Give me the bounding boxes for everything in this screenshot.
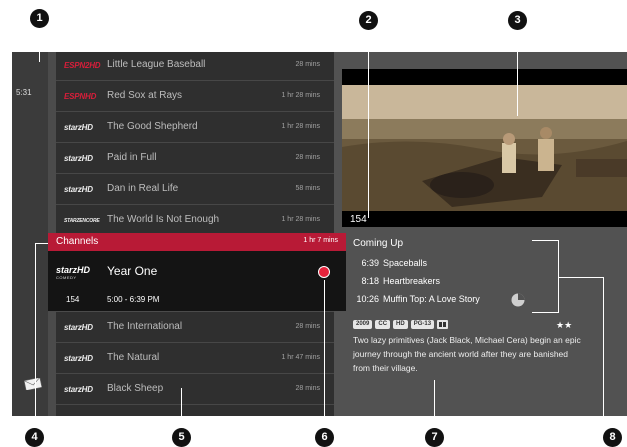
video-channel-number: 154 (350, 214, 367, 225)
mail-icon[interactable] (24, 378, 42, 390)
callout-5: 5 (172, 428, 191, 447)
left-strip: 5:31 (12, 52, 48, 416)
program-duration: 1 hr 28 mins (281, 216, 320, 223)
channel-logo: ESPNHD (64, 92, 97, 101)
channel-logo: starzHD (56, 265, 91, 275)
callout-7: 7 (425, 428, 444, 447)
program-title: Dan in Real Life (107, 183, 179, 194)
program-title: Red Sox at Rays (107, 90, 183, 101)
callout-line-7 (434, 380, 435, 428)
program-title: The World Is Not Enough (107, 214, 220, 225)
hd-badge: HD (393, 320, 408, 329)
guide-row[interactable]: starzHD Dan in Real Life 58 mins (56, 174, 334, 205)
video-frame-image (342, 69, 627, 227)
channel-logo: starzHD (64, 385, 93, 394)
program-title: The Good Shepherd (107, 121, 198, 132)
callout-line-3 (517, 30, 518, 116)
guide-row[interactable]: starzHD The Good Shepherd 1 hr 28 mins (56, 112, 334, 143)
year-badge: 2009 (353, 320, 373, 329)
channels-label: Channels (56, 236, 99, 247)
channel-logo: starzHD (64, 154, 93, 163)
program-duration: 1 hr 28 mins (281, 92, 320, 99)
clock: 5:31 (16, 88, 32, 97)
guide-row[interactable]: ESPN2HD Little League Baseball 28 mins (56, 52, 334, 81)
channel-logo: starzHD (64, 323, 93, 332)
callout-line-8 (603, 277, 604, 428)
coming-up-heading: Coming Up (353, 238, 404, 249)
coming-up-title: Spaceballs (383, 258, 428, 268)
guide-row[interactable]: STARZENCORE The World Is Not Enough 1 hr… (56, 205, 334, 236)
tv-guide-screen: 5:31 ESPN2HD Little League Baseball 28 m… (12, 52, 627, 416)
channels-header[interactable]: Channels 1 hr 7 mins (48, 233, 346, 251)
guide-row[interactable]: ESPNHD Red Sox at Rays 1 hr 28 mins (56, 81, 334, 112)
guide-row[interactable]: starzHD Paid in Full 28 mins (56, 143, 334, 174)
program-title: Year One (107, 264, 158, 278)
guide-row[interactable]: starzHD The Natural 1 hr 47 mins (56, 343, 334, 374)
program-duration: 28 mins (295, 61, 320, 68)
surround-sound-icon (437, 320, 449, 329)
callout-line-4a (35, 243, 48, 244)
channel-logo: STARZENCORE (64, 218, 100, 224)
program-title: Little League Baseball (107, 59, 206, 70)
coming-up-title: Heartbreakers (383, 276, 441, 286)
channel-logo: starzHD (64, 185, 93, 194)
coming-up-time: 10:26 (356, 294, 379, 304)
selected-program[interactable]: starzHD COMEDY Year One 154 5:00 - 6:39 … (48, 251, 346, 311)
cc-badge: CC (375, 320, 391, 329)
guide-row[interactable]: starzHD Black Sheep 28 mins (56, 374, 334, 405)
channel-logo: ESPN2HD (64, 61, 101, 70)
guide-row[interactable] (56, 405, 334, 416)
program-title: Paid in Full (107, 152, 157, 163)
progress-pie-icon (511, 293, 525, 307)
channel-number: 154 (66, 295, 80, 304)
callout-line-5 (181, 388, 182, 428)
guide-row[interactable]: starzHD The International 28 mins (56, 312, 334, 343)
bracket-top (532, 240, 559, 241)
rating-badge: PG-13 (410, 320, 435, 329)
program-title: The Natural (107, 352, 160, 363)
program-description: Two lazy primitives (Jack Black, Michael… (353, 335, 581, 373)
video-preview[interactable] (342, 69, 627, 227)
callout-6: 6 (315, 428, 334, 447)
coming-up-time: 8:18 (361, 276, 379, 286)
callout-line-1 (39, 28, 40, 62)
program-duration: 28 mins (295, 385, 320, 392)
program-duration: 28 mins (295, 323, 320, 330)
program-duration: 28 mins (295, 154, 320, 161)
bracket-bottom (532, 312, 559, 313)
program-title: The International (107, 321, 183, 332)
channel-logo: starzHD (64, 123, 93, 132)
channel-logo: starzHD (64, 354, 93, 363)
callout-line-4b (35, 243, 36, 428)
program-duration: 1 hr 28 mins (281, 123, 320, 130)
record-icon[interactable] (318, 266, 330, 278)
program-title: Black Sheep (107, 383, 164, 394)
star-rating: ★★ (556, 320, 573, 330)
info-panel: 154 Coming Up 6:39 Spaceballs 8:18 Heart… (334, 52, 627, 416)
callout-2: 2 (359, 11, 378, 30)
callout-4: 4 (25, 428, 44, 447)
program-duration: 58 mins (295, 185, 320, 192)
program-duration: 1 hr 47 mins (281, 354, 320, 361)
coming-up-time: 6:39 (361, 258, 379, 268)
channel-logo-sub: COMEDY (56, 275, 77, 280)
program-time: 5:00 - 6:39 PM (107, 295, 160, 304)
coming-up-title: Muffin Top: A Love Story (383, 294, 480, 304)
callout-line-2 (368, 30, 369, 218)
callout-1: 1 (30, 9, 49, 28)
callout-8: 8 (603, 428, 622, 447)
callout-3: 3 (508, 11, 527, 30)
bracket-arm (558, 277, 604, 278)
callout-line-6 (324, 280, 325, 428)
remaining-time: 1 hr 7 mins (303, 237, 338, 244)
program-badges: 2009 CC HD PG-13 (353, 320, 449, 329)
